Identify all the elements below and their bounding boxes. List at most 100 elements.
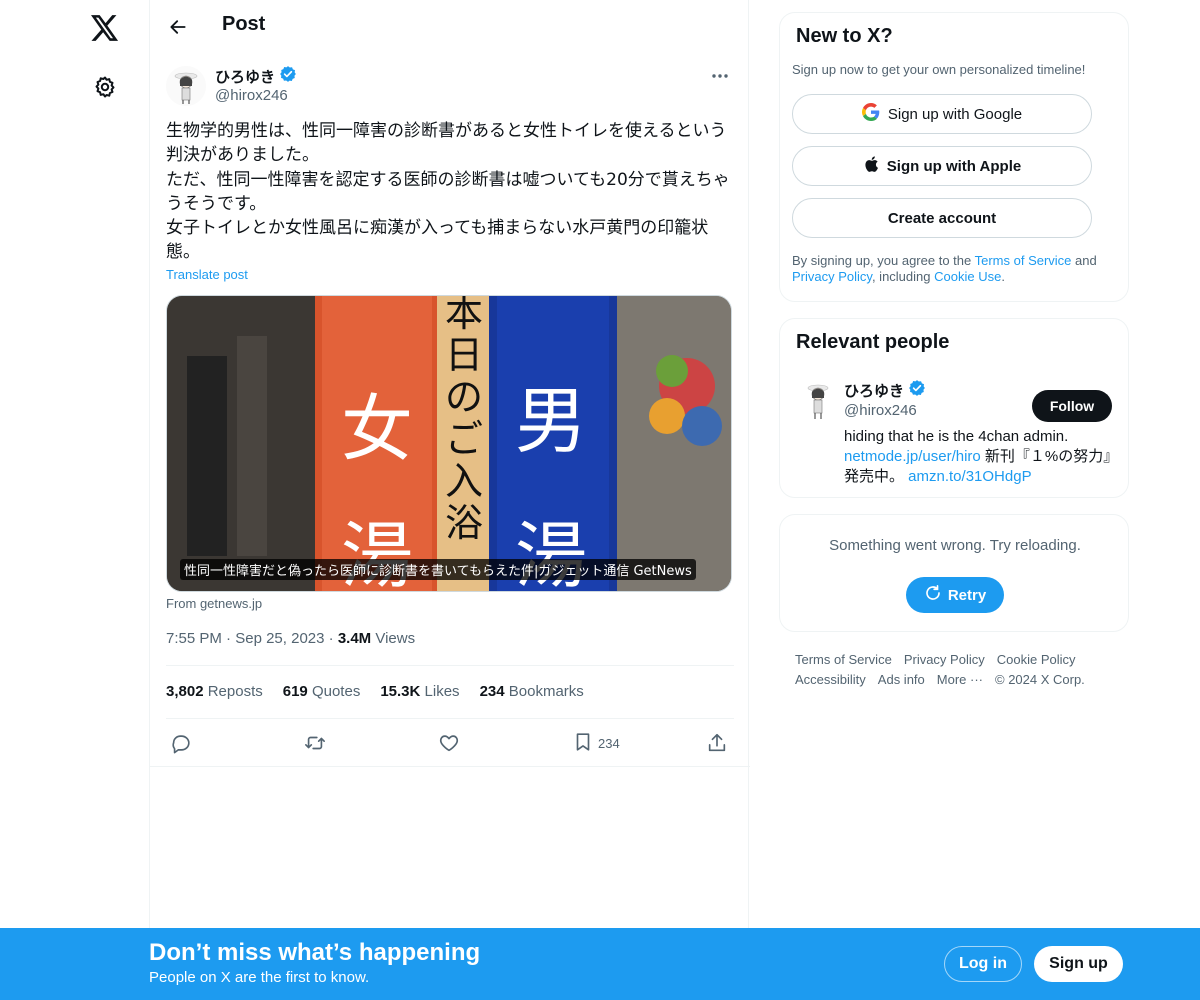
footer-link-ads[interactable]: Ads info <box>878 672 925 687</box>
google-icon <box>861 103 880 125</box>
stat-count: 234 <box>479 683 505 700</box>
media-source[interactable]: From getnews.jp <box>166 596 262 611</box>
back-arrow-icon[interactable] <box>164 13 192 41</box>
follow-button[interactable]: Follow <box>1032 390 1112 422</box>
meta-dot: · <box>226 630 236 647</box>
stat-label: Likes <box>424 683 460 700</box>
stat-count: 15.3K <box>380 683 421 700</box>
tweet-stats: 3,802 Reposts 619 Quotes 15.3K Likes 234… <box>166 683 584 700</box>
privacy-policy-link[interactable]: Privacy Policy <box>792 269 872 284</box>
svg-text:入: 入 <box>445 459 483 503</box>
sign-right-bottom: 湯 <box>515 514 587 592</box>
person-handle[interactable]: @hirox246 <box>844 402 917 419</box>
tweet-text-line: 生物学的男性は、性同一障害の診断書があると女性トイレを使えるという判決がありまし… <box>166 121 727 166</box>
page-title: Post <box>222 13 266 35</box>
bookmark-action[interactable]: 234 <box>572 730 620 756</box>
signup-google-button[interactable]: Sign up with Google <box>792 94 1092 134</box>
login-button[interactable]: Log in <box>944 946 1022 982</box>
bio-text: hiding that he is the 4chan admin. <box>844 428 1069 445</box>
stat-label: Reposts <box>207 683 263 700</box>
tweet-meta: 7:55 PM · Sep 25, 2023 · 3.4M Views <box>166 630 415 647</box>
divider <box>166 718 734 719</box>
relevant-people-card: Relevant people ひろゆき @hirox246 Follow hi… <box>779 318 1129 498</box>
person-name-row[interactable]: ひろゆき <box>844 379 926 401</box>
refresh-icon <box>924 584 942 606</box>
footer-copyright: © 2024 X Corp. <box>995 672 1085 687</box>
footer-links: Terms of Service Privacy Policy Cookie Pol… <box>795 650 1115 690</box>
sign-left-top: 女 <box>341 387 413 471</box>
views-label: Views <box>375 630 416 647</box>
settings-gear-icon[interactable] <box>90 72 120 102</box>
stat-count: 3,802 <box>166 683 204 700</box>
meta-dot: · <box>328 630 338 647</box>
signup-apple-button[interactable]: Sign up with Apple <box>792 146 1092 186</box>
relevant-people-title: Relevant people <box>796 331 950 353</box>
author-name[interactable]: ひろゆき <box>215 66 275 87</box>
terms-text: By signing up, you agree to the <box>792 253 975 268</box>
quotes-stat[interactable]: 619 Quotes <box>283 683 361 700</box>
footer-link-more[interactable]: More ··· <box>937 672 983 687</box>
sign-center-text: 本 日 の ご 入 浴 <box>445 296 483 545</box>
bookmark-count: 234 <box>598 735 620 751</box>
signup-terms: By signing up, you agree to the Terms of… <box>792 253 1117 285</box>
bottom-signup-bar: Don’t miss what’s happening People on X … <box>0 928 1200 1000</box>
link-card-image[interactable]: 女 湯 男 湯 本 日 の ご 入 浴 性同一性障害だと偽ったら医師に診断書を書… <box>166 295 732 592</box>
tweet-text: 生物学的男性は、性同一障害の診断書があると女性トイレを使えるという判決がありまし… <box>166 119 734 265</box>
footer-link-cookie[interactable]: Cookie Policy <box>997 652 1076 667</box>
person-name[interactable]: ひろゆき <box>844 380 904 401</box>
tweet-text-line: ただ、性同一性障害を認定する医師の診断書は嘘ついても20分で貰えちゃうそうです。 <box>166 169 730 214</box>
reposts-stat[interactable]: 3,802 Reposts <box>166 683 263 700</box>
person-avatar[interactable] <box>800 381 836 421</box>
svg-text:の: の <box>445 375 483 419</box>
author-avatar[interactable] <box>166 66 206 106</box>
like-heart-icon[interactable] <box>438 730 460 756</box>
signup-card-subtitle: Sign up now to get your own personalized… <box>792 62 1086 77</box>
author-name-row[interactable]: ひろゆき <box>215 65 297 87</box>
svg-text:本: 本 <box>445 296 483 335</box>
bio-link-netmode[interactable]: netmode.jp/user/hiro <box>844 448 981 465</box>
bio-link-amazon[interactable]: amzn.to/31OHdgP <box>908 468 1031 485</box>
new-to-x-card: New to X? Sign up now to get your own pe… <box>779 12 1129 302</box>
translate-post-link[interactable]: Translate post <box>166 267 248 282</box>
reply-icon[interactable] <box>170 730 192 756</box>
footer-link-accessibility[interactable]: Accessibility <box>795 672 866 687</box>
sign-left-bottom: 湯 <box>341 514 413 592</box>
likes-stat[interactable]: 15.3K Likes <box>380 683 459 700</box>
create-account-button[interactable]: Create account <box>792 198 1092 238</box>
divider <box>150 766 750 767</box>
bathhouse-signs-image: 女 湯 男 湯 本 日 の ご 入 浴 <box>167 296 731 592</box>
footer-link-terms[interactable]: Terms of Service <box>795 652 892 667</box>
error-message: Something went wrong. Try reloading. <box>829 537 1081 554</box>
svg-text:ご: ご <box>445 417 483 461</box>
svg-text:浴: 浴 <box>445 501 483 545</box>
apple-label: Sign up with Apple <box>886 157 1022 175</box>
signup-button[interactable]: Sign up <box>1034 946 1123 982</box>
divider <box>166 665 734 666</box>
terms-text: . <box>1001 269 1005 284</box>
verified-badge-icon <box>279 65 297 87</box>
more-options-icon[interactable] <box>706 64 734 88</box>
footer-link-privacy[interactable]: Privacy Policy <box>904 652 985 667</box>
stat-label: Quotes <box>311 683 361 700</box>
tweet-author: ひろゆき @hirox246 <box>166 64 734 112</box>
tweet-time[interactable]: 7:55 PM <box>166 630 222 647</box>
retry-button[interactable]: Retry <box>906 577 1004 613</box>
author-handle[interactable]: @hirox246 <box>215 87 288 104</box>
bottom-bar-subtitle: People on X are the first to know. <box>149 969 370 986</box>
terms-of-service-link[interactable]: Terms of Service <box>975 253 1072 268</box>
cookie-use-link[interactable]: Cookie Use <box>934 269 1001 284</box>
share-icon[interactable] <box>706 730 728 756</box>
svg-text:日: 日 <box>445 333 483 377</box>
repost-icon[interactable] <box>304 730 326 756</box>
post-header: Post <box>150 0 750 53</box>
bottom-bar-title: Don’t miss what’s happening <box>149 939 481 966</box>
tweet-actions: 234 <box>166 730 734 756</box>
error-card: Something went wrong. Try reloading. Ret… <box>779 514 1129 632</box>
x-logo-icon[interactable] <box>89 12 121 44</box>
tweet-date[interactable]: Sep 25, 2023 <box>235 630 324 647</box>
terms-text: , including <box>871 269 935 284</box>
views-count: 3.4M <box>337 630 372 647</box>
verified-badge-icon <box>908 379 926 401</box>
bookmarks-stat[interactable]: 234 Bookmarks <box>480 683 584 700</box>
stat-count: 619 <box>282 683 308 700</box>
